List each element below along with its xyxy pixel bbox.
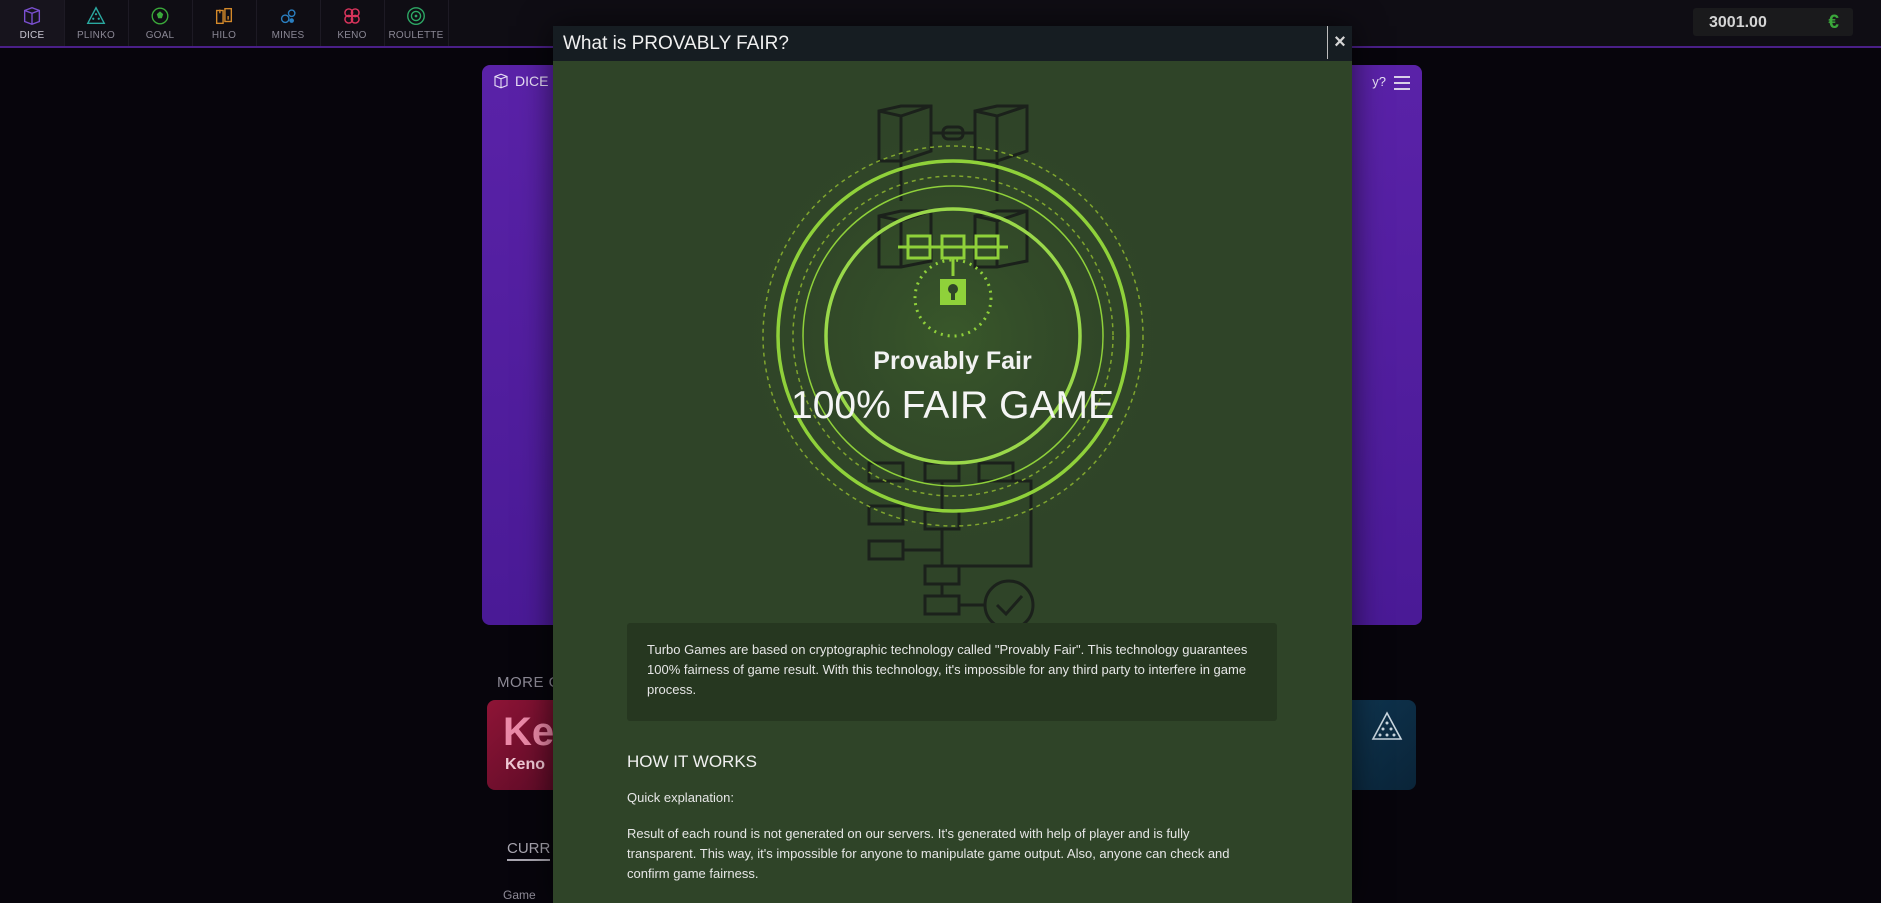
keno-icon [344, 8, 360, 24]
nav-item-mines[interactable]: MINES [256, 0, 321, 46]
nav-label: ROULETTE [388, 30, 444, 41]
dice-icon [23, 7, 41, 25]
lock-icon [940, 279, 966, 305]
hero-title: Provably Fair [873, 347, 1032, 375]
nav-label: HILO [211, 30, 237, 41]
modal-header: What is PROVABLY FAIR? × [553, 26, 1352, 61]
nav-label: PLINKO [77, 30, 115, 41]
result-explanation: Result of each round is not generated on… [627, 826, 1230, 881]
nav-item-dice[interactable]: DICE [0, 0, 65, 46]
nav-item-keno[interactable]: KENO [320, 0, 385, 46]
intro-box: Turbo Games are based on cryptographic t… [627, 623, 1277, 721]
modal-title: What is PROVABLY FAIR? [563, 33, 789, 54]
nav-item-roulette[interactable]: ROULETTE [384, 0, 449, 46]
nav-label: DICE [19, 30, 45, 41]
more-games-label: MORE G [497, 674, 561, 691]
balance-display: 3001.00 € [1693, 8, 1853, 36]
balance-value: 3001.00 [1709, 14, 1767, 31]
plinko-icon [1371, 711, 1403, 740]
quick-explanation-label: Quick explanation: [627, 790, 734, 805]
nav-label: MINES [271, 30, 305, 41]
hero-subtitle: 100% FAIR GAME [791, 384, 1114, 427]
nav-item-hilo[interactable]: HILO [192, 0, 257, 46]
mines-icon [280, 9, 296, 24]
goal-icon [151, 7, 169, 25]
close-button[interactable]: × [1327, 26, 1352, 59]
close-icon: × [1334, 31, 1346, 53]
plinko-icon [86, 6, 106, 25]
nav-item-plinko[interactable]: PLINKO [64, 0, 129, 46]
dice-icon [494, 73, 508, 89]
provably-fair-modal: What is PROVABLY FAIR? × Provably Fair 1… [553, 26, 1352, 903]
game-tab-label: DICE [515, 73, 549, 89]
roulette-icon [407, 7, 425, 25]
game-tab-dice[interactable]: DICE [492, 72, 548, 90]
nav-label: GOAL [145, 30, 175, 41]
nav-label: KENO [337, 30, 367, 41]
current-bets-tab[interactable]: CURR [507, 840, 551, 861]
intro-text: Turbo Games are based on cryptographic t… [647, 642, 1248, 697]
help-link[interactable]: y? [1372, 74, 1386, 89]
section-title: HOW IT WORKS [627, 752, 758, 771]
menu-icon[interactable] [1394, 76, 1410, 94]
card-title-large: Ke [503, 710, 555, 754]
currency-symbol: € [1828, 12, 1839, 33]
nav-item-goal[interactable]: GOAL [128, 0, 193, 46]
card-title-small: Keno [505, 756, 545, 773]
hilo-icon [215, 7, 233, 25]
column-header-game: Game [503, 888, 536, 902]
